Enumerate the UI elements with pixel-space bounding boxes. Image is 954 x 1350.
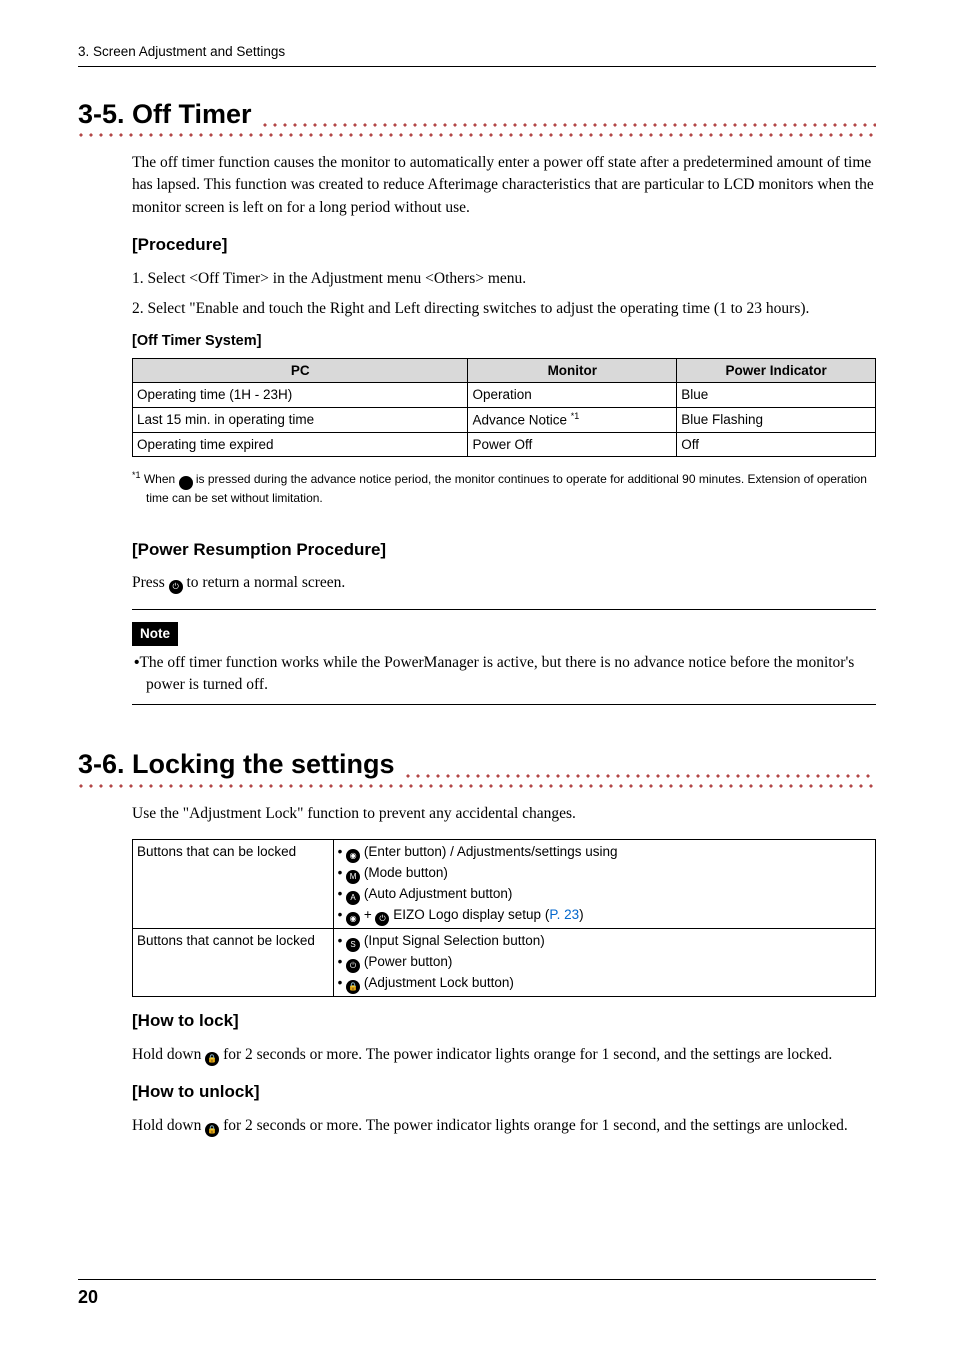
note-divider-top: Note [132, 609, 876, 652]
resume-heading: [Power Resumption Procedure] [132, 538, 876, 563]
lock-icon: 🔒 [205, 1052, 219, 1066]
lock-row-label: Buttons that can be locked [133, 840, 334, 929]
power-text: (Power button) [360, 954, 452, 969]
signal-icon: S [346, 938, 360, 952]
dotted-rule-36 [405, 773, 876, 779]
logo-post: EIZO Logo display setup ( [389, 907, 549, 922]
footer-divider [78, 1279, 876, 1280]
footnote-marker: *1 [132, 470, 141, 480]
procedure-heading: [Procedure] [132, 233, 876, 258]
cell-monitor: Advance Notice *1 [468, 407, 677, 432]
off-timer-table: PC Monitor Power Indicator Operating tim… [132, 358, 876, 458]
lock-row-items: • S (Input Signal Selection button) • ⏻ … [333, 929, 875, 997]
note-bullet: •The off timer function works while the … [132, 652, 876, 697]
note-text: The off timer function works while the P… [139, 654, 854, 693]
lock-table: Buttons that can be locked • ◉ (Enter bu… [132, 839, 876, 997]
logo-close: ) [579, 907, 584, 922]
table-row: Buttons that cannot be locked • S (Input… [133, 929, 876, 997]
power-icon: ⏻ [375, 912, 389, 926]
auto-text: (Auto Adjustment button) [360, 886, 512, 901]
table-header-row: PC Monitor Power Indicator [133, 358, 876, 383]
lock-pre: Hold down [132, 1046, 205, 1063]
lock-text-block: Hold down 🔒 for 2 seconds or more. The p… [132, 1044, 876, 1066]
mode-icon: M [346, 870, 360, 884]
lock-row-items: • ◉ (Enter button) / Adjustments/setting… [333, 840, 875, 929]
page-23-link[interactable]: P. 23 [549, 907, 579, 922]
cell-pi: Blue Flashing [677, 407, 876, 432]
power-icon: ⏻ [346, 959, 360, 973]
signal-text: (Input Signal Selection button) [360, 933, 545, 948]
cell-monitor-text: Advance Notice [472, 412, 570, 427]
section-36-heading: 3-6. Locking the settings [78, 745, 395, 784]
cell-pi: Off [677, 432, 876, 457]
table-row: Buttons that can be locked • ◉ (Enter bu… [133, 840, 876, 929]
unlock-post: for 2 seconds or more. The power indicat… [219, 1117, 848, 1134]
th-pc: PC [133, 358, 468, 383]
step-2: 2. Select "Enable and touch the Right an… [132, 298, 876, 320]
cell-pc: Operating time expired [133, 432, 468, 457]
unlock-text-block: Hold down 🔒 for 2 seconds or more. The p… [132, 1115, 876, 1137]
dotted-rule-35 [262, 122, 876, 128]
section-35-heading: 3-5. Off Timer [78, 95, 252, 134]
power-icon: ⏻ [179, 476, 193, 490]
cell-pc: Last 15 min. in operating time [133, 407, 468, 432]
section-35-intro: The off timer function causes the monito… [132, 152, 876, 219]
cell-monitor: Operation [468, 383, 677, 408]
unlock-pre: Hold down [132, 1117, 205, 1134]
cell-monitor: Power Off [468, 432, 677, 457]
table-row: Operating time expired Power Off Off [133, 432, 876, 457]
system-heading: [Off Timer System] [132, 331, 876, 352]
power-icon: ⏻ [169, 580, 183, 594]
note-block: •The off timer function works while the … [132, 652, 876, 706]
table-row: Operating time (1H - 23H) Operation Blue [133, 383, 876, 408]
resume-pre: Press [132, 574, 169, 591]
mode-text: (Mode button) [360, 865, 448, 880]
footnote-post: is pressed during the advance notice per… [146, 472, 867, 505]
step-1: 1. Select <Off Timer> in the Adjustment … [132, 268, 876, 290]
auto-icon: A [346, 891, 360, 905]
lock-icon: 🔒 [346, 980, 360, 994]
section-36-intro: Use the "Adjustment Lock" function to pr… [132, 803, 876, 825]
enter-text: (Enter button) / Adjustments/settings us… [360, 844, 617, 859]
lock-text: (Adjustment Lock button) [360, 975, 514, 990]
enter-icon: ◉ [346, 912, 360, 926]
lock-row-label: Buttons that cannot be locked [133, 929, 334, 997]
lock-heading: [How to lock] [132, 1009, 876, 1034]
footnote-ref: *1 [571, 411, 580, 421]
breadcrumb: 3. Screen Adjustment and Settings [78, 42, 876, 62]
page-number: 20 [78, 1284, 98, 1310]
resume-text: Press ⏻ to return a normal screen. [132, 572, 876, 594]
table-row: Last 15 min. in operating time Advance N… [133, 407, 876, 432]
logo-mid: + [360, 907, 375, 922]
th-power-indicator: Power Indicator [677, 358, 876, 383]
unlock-heading: [How to unlock] [132, 1080, 876, 1105]
cell-pi: Blue [677, 383, 876, 408]
footnote-1: *1 When ⏻ is pressed during the advance … [132, 469, 876, 507]
note-badge: Note [132, 622, 178, 646]
lock-icon: 🔒 [205, 1123, 219, 1137]
th-monitor: Monitor [468, 358, 677, 383]
lock-post: for 2 seconds or more. The power indicat… [219, 1046, 832, 1063]
cell-pc: Operating time (1H - 23H) [133, 383, 468, 408]
enter-icon: ◉ [346, 849, 360, 863]
resume-post: to return a normal screen. [183, 574, 346, 591]
breadcrumb-divider [78, 66, 876, 67]
